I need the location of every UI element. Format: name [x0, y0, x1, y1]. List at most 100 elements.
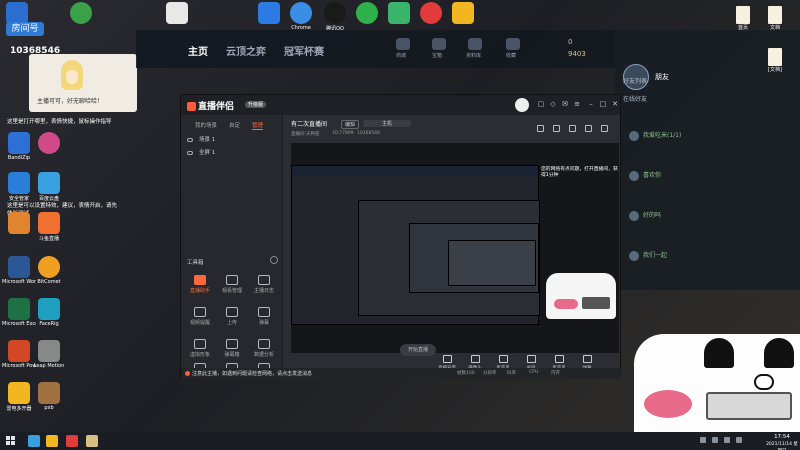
- taskbar-app-music[interactable]: [66, 435, 78, 447]
- clock-time: 17:54: [774, 434, 790, 440]
- windows-start-icon[interactable]: [6, 436, 16, 446]
- settings-icon[interactable]: ▢: [537, 100, 545, 108]
- app-icon: [8, 212, 30, 234]
- video-player-desktop-icon[interactable]: [446, 2, 480, 24]
- baidu-cloud-icon-item[interactable]: 百度云盘: [32, 172, 66, 202]
- security-icon-item[interactable]: 安全管家: [2, 172, 36, 202]
- tool-data-analysis[interactable]: 数据分析: [249, 339, 279, 358]
- game-tab-home[interactable]: 主页: [188, 43, 208, 58]
- clock[interactable]: 17:54 2021/11/14 星期日: [764, 434, 800, 450]
- main-area: 有二次直播间 编辑 主机 直播间:天秤座 ID:77899 10368546 您…: [283, 115, 622, 379]
- share-icon[interactable]: [537, 125, 544, 132]
- volume-icon[interactable]: [724, 437, 730, 443]
- tool-video-reminder[interactable]: 视频提醒: [185, 307, 215, 326]
- close-icon[interactable]: ✕: [611, 100, 619, 108]
- word-icon-item[interactable]: Microsoft Word 2010: [2, 256, 36, 285]
- desktop-doc-3[interactable]: [文档]: [760, 48, 790, 73]
- category-select[interactable]: 主机: [363, 120, 411, 127]
- desktop-doc-1[interactable]: 首页: [728, 6, 758, 31]
- stream-preview[interactable]: 您的网络有点问题，打开直播间，获得1分钟: [291, 143, 619, 353]
- bitcomet-icon-item[interactable]: BitComet: [32, 256, 66, 285]
- taskbar-app-explorer[interactable]: [28, 435, 40, 447]
- game-tab-tft[interactable]: 云顶之弈: [226, 43, 266, 58]
- edit-button[interactable]: 编辑: [341, 120, 360, 129]
- tool-anchor-log[interactable]: 主播日志: [249, 275, 279, 294]
- cat-ear-icon: [704, 338, 734, 368]
- friend-item[interactable]: 喜欢你: [629, 170, 661, 181]
- tool-virtual-avatar[interactable]: 虚拟形象: [185, 339, 215, 358]
- desktop-icon-4[interactable]: [252, 2, 286, 24]
- stat-fps: 帧数100: [457, 371, 475, 376]
- message-icon[interactable]: ✉: [561, 100, 569, 108]
- desktop-icon-1[interactable]: [0, 2, 34, 24]
- minimize-icon[interactable]: –: [587, 100, 595, 108]
- game-tab-cup[interactable]: 冠军杯赛: [284, 43, 324, 58]
- tab-custom[interactable]: 自定: [229, 121, 240, 129]
- desktop-icon-3[interactable]: [160, 2, 194, 24]
- tray-icon[interactable]: [712, 437, 718, 443]
- bell-icon[interactable]: [585, 125, 592, 132]
- desktop-icon-8[interactable]: [382, 2, 416, 24]
- tray-icon[interactable]: [700, 437, 706, 443]
- tool-viewer-manage[interactable]: 观看管理: [217, 275, 247, 294]
- shield-icon: [8, 172, 30, 194]
- stat-memory: 内存: [551, 371, 560, 376]
- friend-item[interactable]: 好的吗: [629, 210, 661, 221]
- go-live-button[interactable]: 开始直播: [400, 344, 436, 356]
- network-icon[interactable]: [736, 437, 742, 443]
- wechat-desktop-icon[interactable]: [350, 2, 384, 24]
- tab-manage[interactable]: 管理: [252, 121, 264, 130]
- netease-music-desktop-icon[interactable]: [414, 2, 448, 24]
- version-badge[interactable]: 升级版: [245, 101, 267, 108]
- taskbar-app-folder[interactable]: [46, 435, 58, 447]
- chest-icon[interactable]: [432, 38, 446, 50]
- toolbox-settings-icon[interactable]: [270, 256, 278, 264]
- tool-danmaku[interactable]: 弹幕: [249, 307, 279, 326]
- app-titlebar: 直播伴侣 升级版 ▢ ◇ ✉ ≡ – □ ✕: [181, 95, 620, 115]
- footer-notice: 注意此主播，如遇到问题请检查网络，请点击发送消息: [185, 370, 312, 377]
- desktop-icon-c2-1[interactable]: [32, 132, 66, 154]
- tab-my-scenes[interactable]: 我的场景: [195, 121, 217, 129]
- menu-icon[interactable]: ≡: [573, 100, 581, 108]
- lock-icon[interactable]: [553, 125, 560, 132]
- tool-upload[interactable]: 上传: [217, 307, 247, 326]
- toolbox-label: 工具箱: [187, 260, 204, 266]
- excel-icon-item[interactable]: Microsoft Excel 2010: [2, 298, 36, 327]
- friend-item[interactable]: 我爱吃米(1/1): [629, 130, 681, 141]
- user-avatar-icon[interactable]: [515, 98, 529, 112]
- video-icon: [194, 275, 206, 285]
- leap-motion-icon-item[interactable]: Leap Motion: [32, 340, 66, 369]
- chrome-desktop-icon[interactable]: Chrome: [284, 2, 318, 31]
- scene-item-2[interactable]: 全屏 1: [187, 148, 215, 156]
- eye-icon[interactable]: [187, 137, 193, 142]
- ldplayer-icon-item[interactable]: 雷电多开器: [2, 382, 36, 412]
- desktop-icon-l3[interactable]: [2, 212, 36, 234]
- link-icon[interactable]: [601, 125, 608, 132]
- tool-live-assistant[interactable]: 直播助手: [185, 275, 215, 294]
- desktop-icon-2[interactable]: [64, 2, 98, 24]
- mouse-pad-icon: [644, 390, 692, 418]
- music-icon: [420, 2, 442, 24]
- feishu-icon: [258, 2, 280, 24]
- collection-icon[interactable]: [506, 38, 520, 50]
- powerpoint-icon-item[interactable]: Microsoft PowerPoint: [2, 340, 36, 369]
- taskbar-app-game[interactable]: [86, 435, 98, 447]
- scene-item-1[interactable]: 场景 1: [187, 135, 215, 143]
- copy-icon[interactable]: [569, 125, 576, 132]
- shop-icon[interactable]: [396, 38, 410, 50]
- skin-icon[interactable]: ◇: [549, 100, 557, 108]
- library-icon[interactable]: [468, 38, 482, 50]
- bongo-cat-large: [634, 334, 800, 434]
- qq-desktop-icon[interactable]: 腾讯QQ: [318, 2, 352, 32]
- pxb-icon-item[interactable]: pxb: [32, 382, 66, 411]
- douyu-icon-item[interactable]: 斗鱼直播: [32, 212, 66, 242]
- maximize-icon[interactable]: □: [599, 100, 607, 108]
- library-label: 资料库: [466, 53, 482, 59]
- bell-icon: [194, 307, 206, 317]
- facerig-icon-item[interactable]: FaceRig: [32, 298, 66, 327]
- tool-danmaku-box[interactable]: 弹幕箱: [217, 339, 247, 358]
- friend-item[interactable]: 我们一起: [629, 250, 667, 261]
- bandizip-icon-item[interactable]: BandiZip: [2, 132, 36, 161]
- eye-icon[interactable]: [187, 150, 193, 155]
- desktop-doc-2[interactable]: 文档: [760, 6, 790, 31]
